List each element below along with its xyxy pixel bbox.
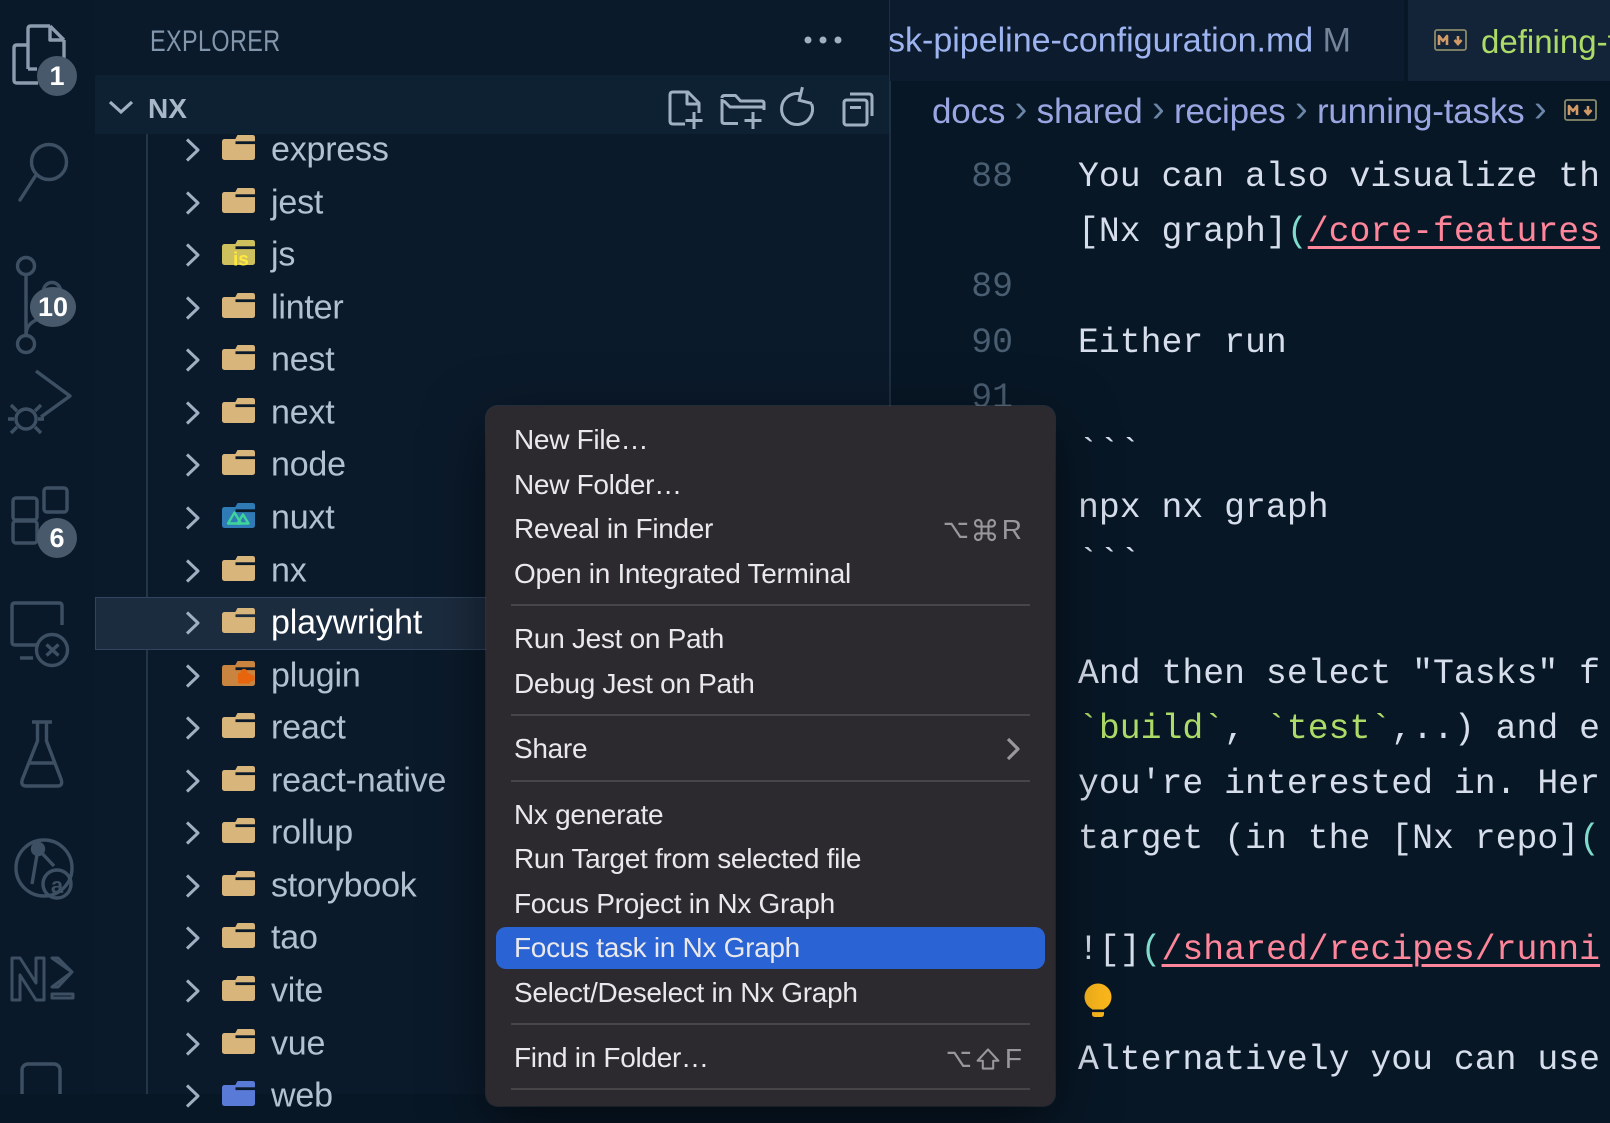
- svg-text:6: 6: [49, 523, 64, 553]
- svg-text:js: js: [232, 250, 249, 266]
- svg-text:a: a: [51, 873, 64, 898]
- svg-text:1: 1: [49, 61, 64, 91]
- svg-text:10: 10: [38, 292, 68, 322]
